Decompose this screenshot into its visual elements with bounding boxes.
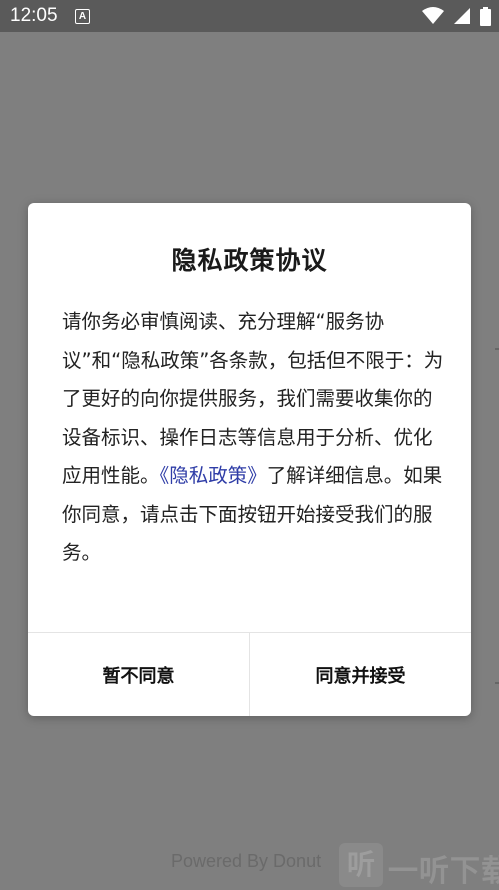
decline-button[interactable]: 暂不同意 (28, 633, 249, 716)
watermark-logo: 听 (339, 843, 383, 887)
privacy-policy-dialog: 隐私政策协议 请你务必审慎阅读、充分理解“服务协议”和“隐私政策”各条款，包括但… (28, 203, 471, 716)
signal-icon (453, 8, 470, 24)
dialog-body: 请你务必审慎阅读、充分理解“服务协议”和“隐私政策”各条款，包括但不限于：为了更… (62, 303, 446, 573)
wifi-icon (421, 7, 444, 24)
battery-icon (480, 7, 491, 26)
status-time: 12:05 (10, 5, 58, 26)
notification-a-icon: A (75, 9, 90, 24)
dialog-title: 隐私政策协议 (171, 246, 328, 275)
body-text: 请你务必审慎阅读、充分理解“服务协议”和“隐私政策”各条款，包括但不限于：为了更… (62, 310, 444, 487)
status-icons (418, 7, 491, 26)
background-edge-mark (495, 682, 499, 684)
watermark-text: 一听下载 (388, 854, 499, 889)
powered-by-text: Powered By Donut (171, 851, 322, 871)
privacy-policy-link[interactable]: 《隐私政策》 (160, 464, 267, 487)
background-edge-mark (495, 348, 499, 350)
accept-button[interactable]: 同意并接受 (250, 633, 471, 716)
status-bar: 12:05 A (0, 0, 499, 32)
